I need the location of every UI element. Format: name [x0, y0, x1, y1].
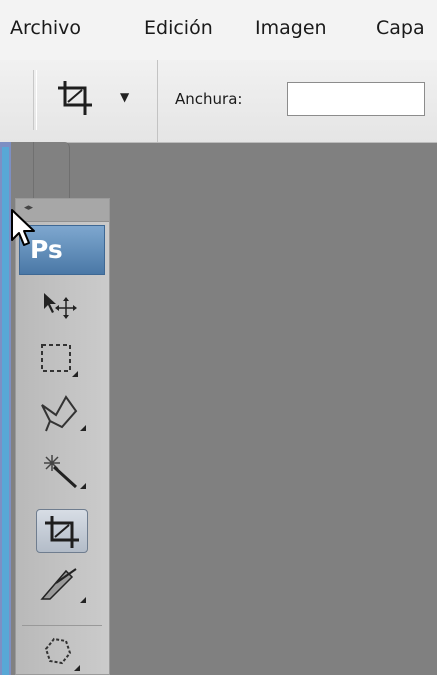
tools-panel[interactable]: ◂▸ Ps — [15, 198, 110, 675]
menu-edicion[interactable]: Edición — [144, 17, 213, 39]
menu-bar: Archivo Edición Imagen Capa — [0, 0, 437, 61]
menu-imagen[interactable]: Imagen — [255, 17, 327, 39]
lasso-icon — [41, 395, 86, 432]
move-icon — [44, 293, 77, 319]
options-separator — [157, 60, 158, 142]
options-bar-grip[interactable] — [33, 70, 37, 130]
menu-archivo[interactable]: Archivo — [10, 17, 81, 39]
rect-marquee-icon — [41, 344, 78, 377]
magic-wand-tool[interactable] — [36, 449, 88, 493]
chevron-down-icon[interactable]: ▼ — [120, 90, 129, 104]
options-bar: ▼ Anchura: — [0, 60, 437, 143]
crop-icon — [45, 516, 79, 548]
tools-divider — [22, 625, 102, 626]
crop-icon — [58, 81, 92, 115]
crop-tool[interactable] — [36, 509, 88, 553]
menu-capa[interactable]: Capa — [376, 17, 425, 39]
mouse-pointer-icon — [11, 209, 35, 246]
healing-tool[interactable] — [36, 631, 88, 675]
magic-wand-icon — [44, 455, 86, 489]
width-label: Anchura: — [175, 90, 243, 108]
lasso-tool[interactable] — [36, 391, 88, 435]
marquee-tool[interactable] — [36, 339, 88, 383]
tool-preset-picker[interactable] — [55, 78, 95, 118]
healing-brush-icon — [44, 637, 80, 671]
slice-tool[interactable] — [36, 563, 88, 607]
move-tool[interactable] — [36, 283, 88, 327]
dock-highlight — [2, 147, 9, 675]
width-input[interactable] — [287, 82, 425, 116]
slice-icon — [40, 568, 86, 603]
